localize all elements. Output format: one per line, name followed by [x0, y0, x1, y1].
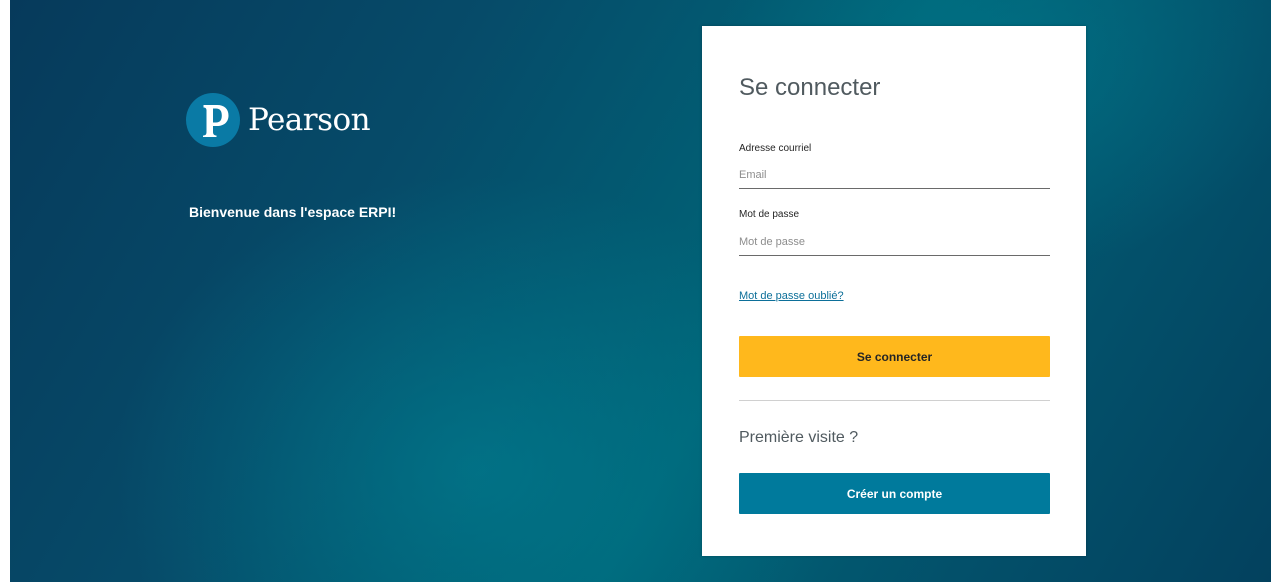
forgot-password-link[interactable]: Mot de passe oublié?: [739, 290, 844, 302]
pearson-wordmark: Pearson: [248, 102, 371, 138]
divider: [739, 400, 1050, 401]
email-label: Adresse courriel: [739, 143, 812, 154]
password-field[interactable]: [739, 229, 1050, 256]
first-visit-heading: Première visite ?: [739, 429, 859, 446]
login-title: Se connecter: [739, 74, 881, 101]
pearson-logo-icon: [186, 93, 240, 147]
login-card: Se connecter Adresse courriel Mot de pas…: [702, 26, 1086, 556]
background-panel: Pearson Bienvenue dans l'espace ERPI! Se…: [10, 0, 1271, 582]
pearson-p-glyph: [203, 105, 229, 137]
password-label: Mot de passe: [739, 209, 800, 220]
email-field[interactable]: [739, 162, 1050, 189]
pearson-logo: Pearson: [186, 93, 371, 147]
create-account-button[interactable]: Créer un compte: [739, 473, 1050, 514]
welcome-message: Bienvenue dans l'espace ERPI!: [189, 204, 397, 220]
signin-button[interactable]: Se connecter: [739, 336, 1050, 377]
